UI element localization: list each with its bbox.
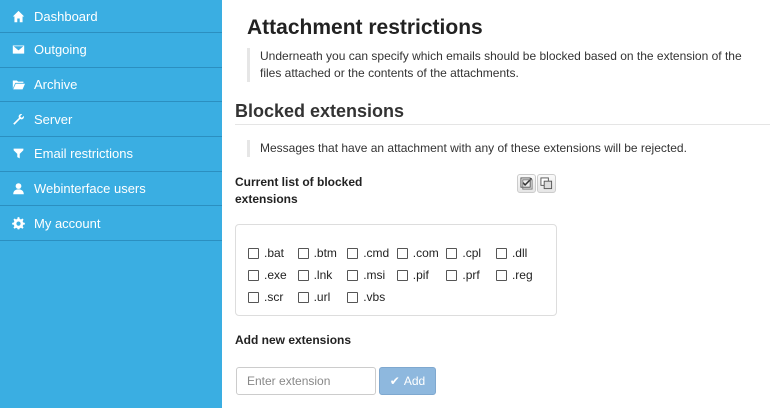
section-divider (235, 124, 770, 125)
home-icon (10, 8, 26, 24)
sidebar-item-label: Email restrictions (34, 146, 133, 162)
filter-icon (10, 146, 26, 162)
extension-input[interactable] (236, 367, 376, 395)
gear-icon (10, 215, 26, 231)
blocked-note: Messages that have an attachment with an… (247, 140, 747, 157)
extension-label: .exe (264, 268, 287, 282)
extension-checkbox[interactable] (446, 269, 458, 281)
main-content: Attachment restrictions Underneath you c… (222, 0, 770, 408)
extension-checkbox[interactable] (446, 247, 458, 259)
extension-checkbox[interactable] (347, 269, 359, 281)
extension-label: .bat (264, 246, 285, 260)
extension-checkbox-item[interactable]: .prf (446, 264, 496, 286)
extension-checkbox-item[interactable]: .reg (495, 264, 546, 286)
blocked-extensions-box: .bat .btm .cmd .com .cpl .dll .exe .lnk .msi .pif… (235, 224, 557, 316)
add-extension-button[interactable]: ✔ Add (379, 367, 436, 395)
extension-label: .cmd (363, 246, 390, 260)
extension-checkbox-item[interactable]: .lnk (297, 264, 348, 286)
copy-list-button[interactable] (537, 174, 556, 193)
extension-checkbox-item[interactable]: .scr (248, 286, 298, 308)
sidebar-item-webinterface-users[interactable]: Webinterface users (0, 172, 222, 207)
extension-checkbox-item[interactable]: .msi (347, 264, 397, 286)
wrench-icon (10, 111, 26, 127)
section-title-blocked-extensions: Blocked extensions (235, 101, 405, 121)
extension-label: .msi (363, 268, 386, 282)
extension-checkbox[interactable] (248, 247, 259, 259)
user-icon (10, 181, 26, 197)
add-extensions-label: Add new extensions (235, 333, 352, 347)
sidebar-item-email-restrictions[interactable]: Email restrictions (0, 137, 222, 172)
sidebar-item-label: Server (34, 111, 73, 127)
sidebar-item-archive[interactable]: Archive (0, 68, 222, 103)
extension-label: .pif (412, 268, 429, 282)
extension-label: .dll (511, 246, 528, 260)
page-title: Attachment restrictions (247, 16, 483, 39)
extension-checkbox-item[interactable]: .url (297, 286, 348, 308)
check-all-button[interactable] (517, 174, 536, 193)
envelope-icon (10, 42, 26, 58)
sidebar-item-dashboard[interactable]: Dashboard (0, 0, 222, 33)
sidebar-item-outgoing[interactable]: Outgoing (0, 33, 222, 68)
extension-label: .com (412, 246, 439, 260)
extension-label: .url (313, 290, 331, 304)
extension-checkbox-item[interactable]: .cpl (446, 242, 496, 264)
extension-checkbox-item[interactable]: .exe (248, 264, 298, 286)
sidebar-item-my-account[interactable]: My account (0, 206, 222, 242)
extension-checkbox-item[interactable]: .pif (396, 264, 447, 286)
extension-checkbox[interactable] (495, 247, 507, 259)
extension-checkbox[interactable] (297, 247, 309, 259)
extension-checkbox-item[interactable]: .cmd (347, 242, 397, 264)
sidebar-item-label: Dashboard (34, 8, 98, 24)
extension-checkbox-item[interactable]: .btm (297, 242, 348, 264)
extension-checkbox-item[interactable]: .bat (248, 242, 298, 264)
extension-checkbox[interactable] (495, 269, 507, 281)
extension-label: .cpl (462, 246, 482, 260)
sidebar: Dashboard Outgoing Archive Server Email … (0, 0, 222, 408)
sidebar-item-label: Webinterface users (34, 181, 146, 197)
check-icon: ✔ (389, 374, 400, 388)
extension-label: .scr (264, 290, 284, 304)
extension-label: .vbs (363, 290, 386, 304)
sidebar-item-server[interactable]: Server (0, 102, 222, 138)
extension-label: .prf (462, 268, 480, 282)
check-all-icon (520, 177, 533, 190)
extension-checkbox-item[interactable]: .com (396, 242, 447, 264)
extension-checkbox[interactable] (297, 291, 309, 303)
extension-checkbox[interactable] (347, 247, 359, 259)
extension-checkbox-item[interactable]: .vbs (347, 286, 397, 308)
intro-text: Underneath you can specify which emails … (247, 48, 757, 82)
extension-label: .reg (511, 268, 533, 282)
add-button-label: Add (403, 374, 426, 388)
sidebar-item-label: Outgoing (34, 42, 87, 58)
extension-checkbox-item[interactable]: .dll (495, 242, 546, 264)
extension-checkbox[interactable] (396, 269, 408, 281)
blocked-extensions-list: .bat .btm .cmd .com .cpl .dll .exe .lnk .msi .pif… (248, 242, 546, 308)
extension-label: .lnk (313, 268, 333, 282)
sidebar-item-label: My account (34, 215, 101, 231)
blocked-list-label: Current list of blocked extensions (235, 175, 363, 206)
extension-checkbox[interactable] (248, 291, 259, 303)
extension-checkbox[interactable] (396, 247, 408, 259)
copy-icon (540, 177, 553, 190)
sidebar-item-label: Archive (34, 77, 78, 93)
extension-label: .btm (313, 246, 337, 260)
extension-checkbox[interactable] (347, 291, 359, 303)
extension-checkbox[interactable] (248, 269, 259, 281)
folder-icon (10, 77, 26, 93)
extension-checkbox[interactable] (297, 269, 309, 281)
